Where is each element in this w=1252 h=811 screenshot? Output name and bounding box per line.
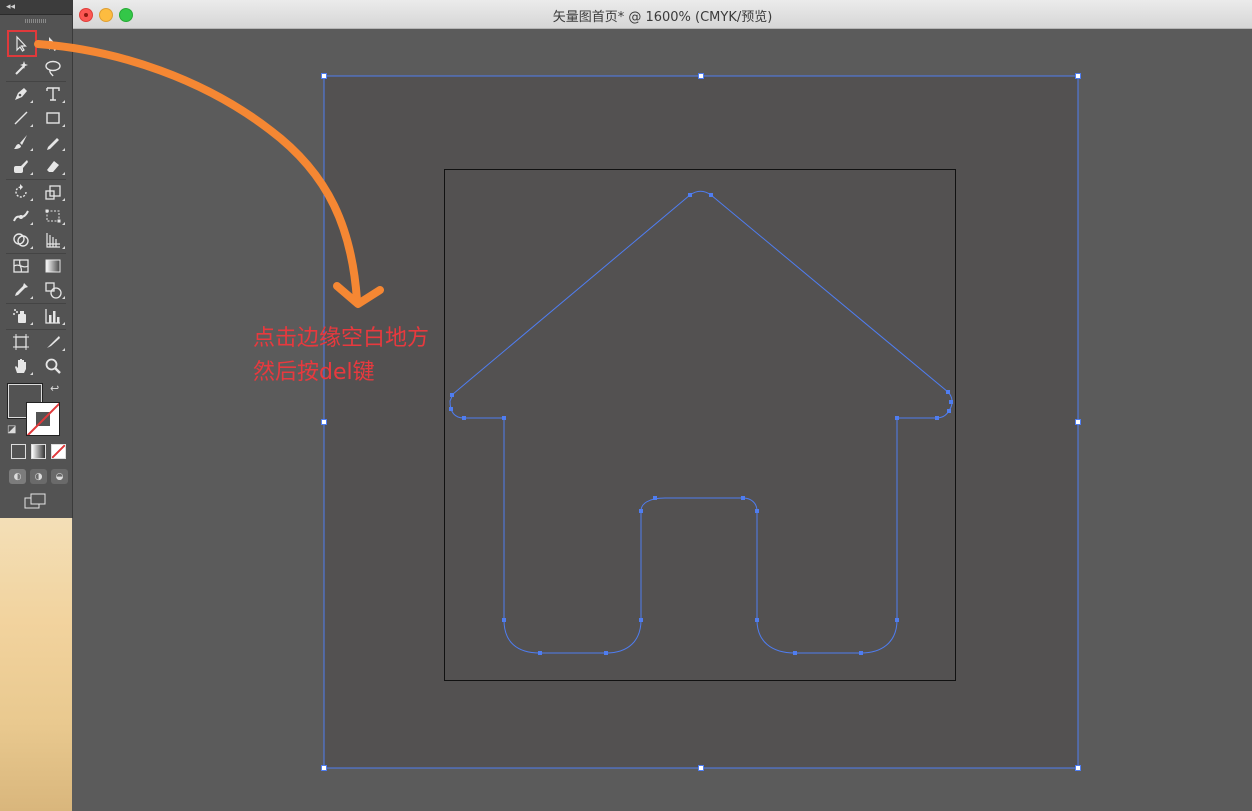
perspective-grid-icon <box>46 233 60 248</box>
instruction-annotation: 点击边缘空白地方 然后按del键 <box>253 322 429 390</box>
artboard-tool[interactable] <box>8 330 34 354</box>
default-fill-stroke-icon[interactable]: ◪ <box>7 424 16 435</box>
artboard-icon <box>13 334 29 350</box>
column-graph-tool[interactable] <box>40 304 66 328</box>
type-tool[interactable] <box>40 82 66 106</box>
desktop-background <box>0 518 72 811</box>
free-transform-icon <box>45 209 61 223</box>
direct-selection-arrow-icon <box>49 37 58 51</box>
slice-icon <box>47 336 60 348</box>
perspective-grid-tool[interactable] <box>40 228 66 252</box>
none-mode-button[interactable] <box>51 444 66 459</box>
pencil-icon <box>47 138 59 150</box>
width-tool[interactable] <box>8 204 34 228</box>
annotation-line-2: 然后按del键 <box>253 360 375 385</box>
gradient-tool[interactable] <box>40 254 66 278</box>
document-canvas[interactable] <box>73 29 1252 811</box>
color-mode-button[interactable] <box>11 444 26 459</box>
type-icon <box>46 87 60 101</box>
zoom-icon <box>45 358 61 374</box>
tools-panel: ◂◂ ↩ ◪ ◐ ◑ ◒ <box>0 0 73 518</box>
eraser-tool[interactable] <box>40 154 66 178</box>
slice-tool[interactable] <box>40 330 66 354</box>
blend-icon <box>45 282 62 299</box>
tools-panel-header[interactable]: ◂◂ <box>0 0 72 15</box>
magic-wand-icon <box>15 61 28 75</box>
mesh-tool[interactable] <box>8 254 34 278</box>
blob-brush-tool[interactable] <box>8 154 34 178</box>
window-title: 矢量图首页* @ 1600% (CMYK/预览) <box>552 10 773 25</box>
lasso-icon <box>45 60 61 77</box>
mesh-icon <box>13 259 29 273</box>
window-titlebar: 矢量图首页* @ 1600% (CMYK/预览) <box>73 0 1252 29</box>
blend-tool[interactable] <box>40 278 66 302</box>
symbol-sprayer-tool[interactable] <box>8 304 34 328</box>
draw-inside-button[interactable]: ◒ <box>51 469 68 484</box>
line-segment-tool[interactable] <box>8 106 34 130</box>
rectangle-tool[interactable] <box>40 106 66 130</box>
symbol-sprayer-icon <box>13 309 26 323</box>
collapse-icon[interactable]: ◂◂ <box>6 1 15 13</box>
pencil-tool[interactable] <box>40 130 66 154</box>
draw-normal-button[interactable]: ◐ <box>9 469 26 484</box>
gradient-mode-button[interactable] <box>31 444 46 459</box>
line-icon <box>14 111 28 125</box>
brush-icon <box>14 135 27 149</box>
lasso-tool[interactable] <box>40 56 66 80</box>
stroke-swatch[interactable] <box>26 402 60 436</box>
pen-tool[interactable] <box>8 82 34 106</box>
eyedropper-tool[interactable] <box>8 278 34 302</box>
hand-tool[interactable] <box>8 354 34 378</box>
rotate-tool[interactable] <box>8 180 34 204</box>
magic-wand-tool[interactable] <box>8 56 34 80</box>
screen-mode-icon[interactable] <box>24 493 46 509</box>
paintbrush-tool[interactable] <box>8 130 34 154</box>
shape-builder-tool[interactable] <box>8 228 34 252</box>
gradient-icon <box>45 259 61 273</box>
swap-fill-stroke-icon[interactable]: ↩ <box>50 382 59 395</box>
width-icon <box>13 210 29 222</box>
scale-icon <box>45 185 61 200</box>
direct-selection-tool[interactable] <box>40 32 66 56</box>
annotation-line-1: 点击边缘空白地方 <box>253 326 430 351</box>
zoom-tool[interactable] <box>40 354 66 378</box>
pen-icon <box>15 88 27 100</box>
free-transform-tool[interactable] <box>40 204 66 228</box>
eraser-icon <box>47 161 59 172</box>
rectangle-icon <box>46 112 60 124</box>
artwork-svg <box>321 73 1081 771</box>
rotate-icon <box>15 184 27 198</box>
hand-icon <box>15 359 26 373</box>
panel-grip-icon[interactable] <box>25 19 47 23</box>
column-graph-icon <box>45 309 60 324</box>
scale-tool[interactable] <box>40 180 66 204</box>
selection-tool-highlight <box>7 30 37 57</box>
draw-behind-button[interactable]: ◑ <box>30 469 47 484</box>
background-square[interactable] <box>324 76 1078 768</box>
eyedropper-icon <box>15 283 28 296</box>
blob-brush-icon <box>14 160 28 173</box>
shape-builder-icon <box>13 233 29 247</box>
